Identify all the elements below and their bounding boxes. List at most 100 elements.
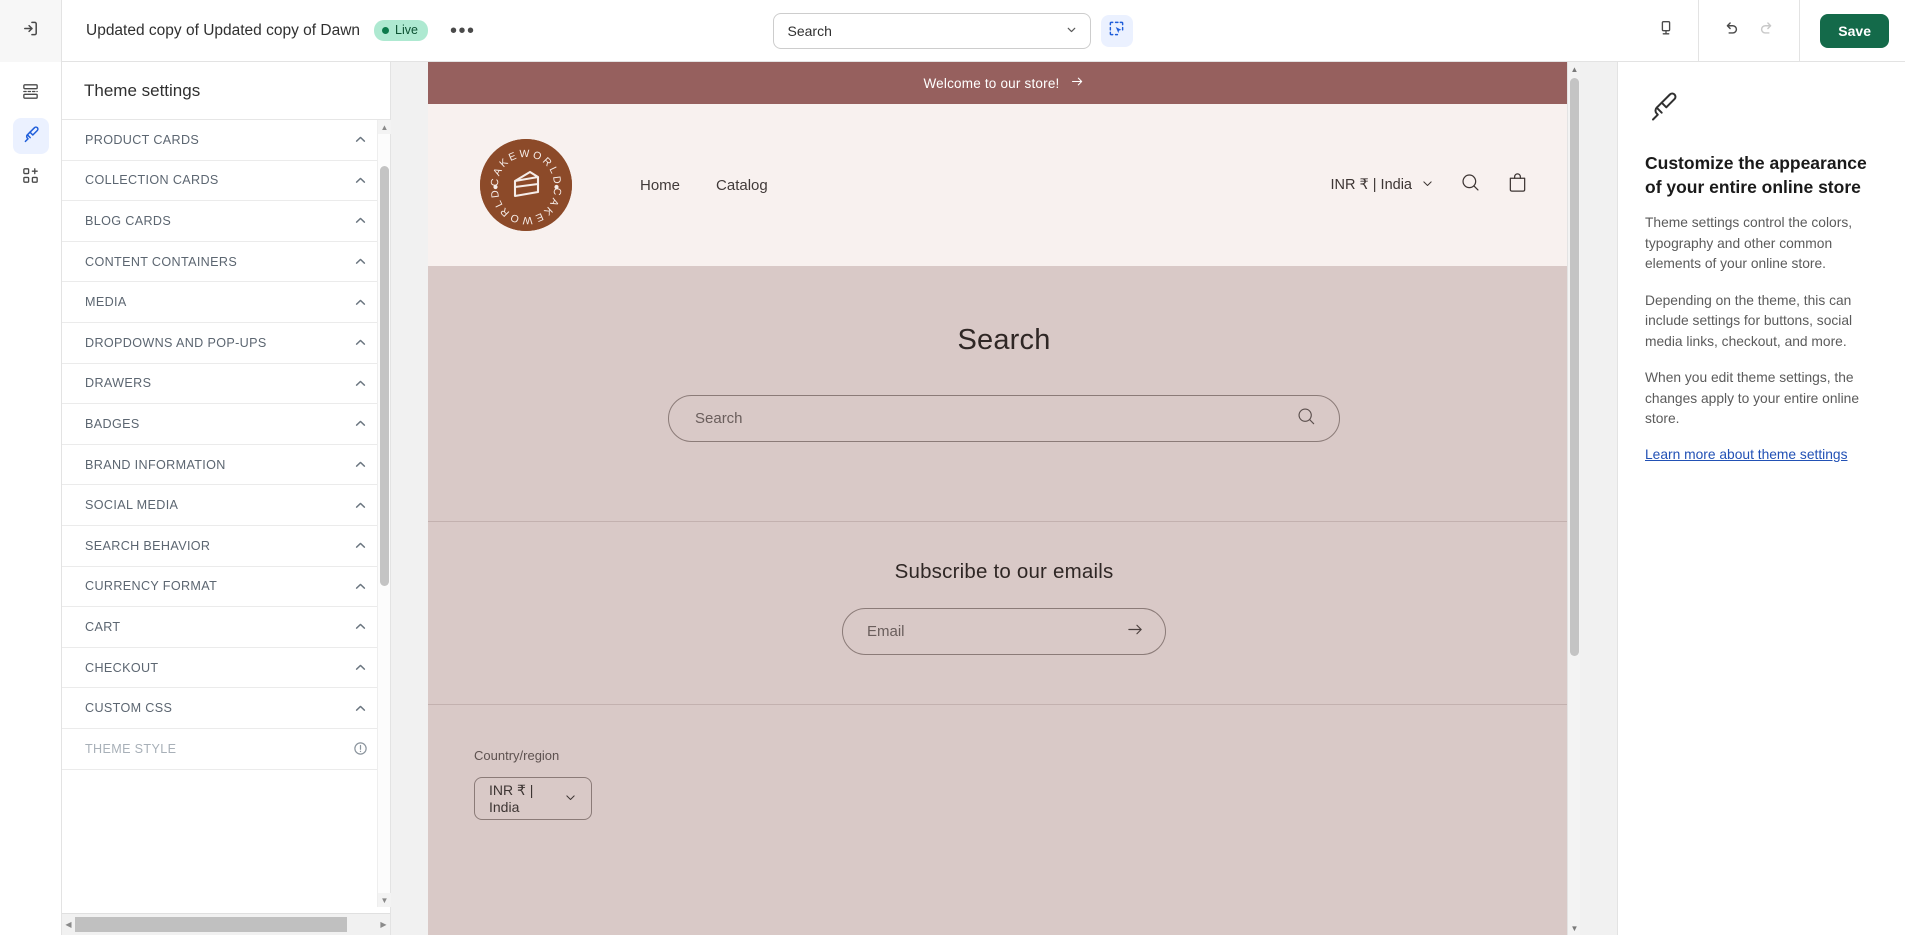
preview-scrollbar-thumb[interactable] xyxy=(1570,78,1579,656)
chevron-up-icon[interactable] xyxy=(353,254,368,269)
sidebar-item-blog-cards[interactable]: BLOG CARDS xyxy=(62,201,390,242)
sidebar-item-checkout[interactable]: CHECKOUT xyxy=(62,648,390,689)
sidebar-item-media[interactable]: MEDIA xyxy=(62,282,390,323)
sidebar-item-dropdowns-and-pop-ups[interactable]: DROPDOWNS AND POP-UPS xyxy=(62,323,390,364)
store-preview-area: Welcome to our store! CAKEWORLD CAKEWORL… xyxy=(391,62,1617,935)
sidebar-item-badges[interactable]: BADGES xyxy=(62,404,390,445)
undo-button[interactable] xyxy=(1713,13,1749,49)
scroll-up-arrow-icon[interactable]: ▲ xyxy=(378,120,391,134)
store-nav: Home Catalog xyxy=(640,177,768,194)
theme-title-group: Updated copy of Updated copy of Dawn Liv… xyxy=(62,20,483,42)
sidebar-item-label: SOCIAL MEDIA xyxy=(85,498,179,513)
sidebar-item-collection-cards[interactable]: COLLECTION CARDS xyxy=(62,161,390,202)
store-header: CAKEWORLD CAKEWORLD Home Catalog INR ₹ |… xyxy=(428,104,1580,266)
currency-selector[interactable]: INR ₹ | India xyxy=(1331,177,1435,194)
store-search-input[interactable]: Search xyxy=(668,395,1340,442)
chevron-up-icon[interactable] xyxy=(353,295,368,310)
scrollbar-thumb[interactable] xyxy=(380,166,389,586)
sidebar-item-brand-information[interactable]: BRAND INFORMATION xyxy=(62,445,390,486)
page-selector-group: Search xyxy=(772,12,1133,49)
arrow-right-icon[interactable] xyxy=(1126,620,1145,643)
editor-icon-rail xyxy=(0,62,62,935)
sidebar-item-label: THEME STYLE xyxy=(85,741,177,756)
chevron-up-icon[interactable] xyxy=(353,173,368,188)
chevron-up-icon[interactable] xyxy=(353,213,368,228)
chevron-up-icon[interactable] xyxy=(353,376,368,391)
sidebar-item-label: CHECKOUT xyxy=(85,660,159,675)
sidebar-title: Theme settings xyxy=(62,62,390,120)
chevron-up-icon[interactable] xyxy=(353,416,368,431)
sidebar-item-search-behavior[interactable]: SEARCH BEHAVIOR xyxy=(62,526,390,567)
info-panel-paragraph: Depending on the theme, this can include… xyxy=(1645,292,1853,349)
sidebar-item-drawers[interactable]: DRAWERS xyxy=(62,364,390,405)
device-preview-button[interactable] xyxy=(1648,13,1684,49)
page-title: Search xyxy=(957,324,1051,356)
theme-settings-sidebar: Theme settings PRODUCT CARDS COLLECTION C… xyxy=(62,62,391,935)
shopping-bag-icon[interactable] xyxy=(1507,171,1528,199)
paintbrush-icon xyxy=(1645,88,1878,129)
chevron-up-icon[interactable] xyxy=(353,619,368,634)
inspector-mode-button[interactable] xyxy=(1100,14,1133,47)
info-panel-title: Customize the appearance of your entire … xyxy=(1645,153,1867,197)
cakeworld-logo[interactable]: CAKEWORLD CAKEWORLD xyxy=(480,139,572,231)
sidebar-item-social-media[interactable]: SOCIAL MEDIA xyxy=(62,485,390,526)
search-icon[interactable] xyxy=(1460,172,1481,198)
currency-label: INR ₹ | India xyxy=(1330,177,1413,193)
chevron-up-icon[interactable] xyxy=(353,335,368,350)
search-icon[interactable] xyxy=(1296,406,1317,431)
sidebar-vertical-scrollbar[interactable]: ▲ ▼ xyxy=(377,120,391,907)
editor-top-bar: Updated copy of Updated copy of Dawn Liv… xyxy=(0,0,1905,62)
store-nav-link-catalog[interactable]: Catalog xyxy=(716,177,768,194)
country-region-select[interactable]: INR ₹ | India xyxy=(474,777,592,820)
hscrollbar-thumb[interactable] xyxy=(75,917,347,932)
learn-more-link[interactable]: Learn more about theme settings xyxy=(1645,447,1847,462)
more-actions-button[interactable]: ••• xyxy=(442,20,484,42)
preview-scroll-down-icon[interactable]: ▼ xyxy=(1568,921,1580,935)
page-select[interactable]: Search xyxy=(772,12,1091,49)
sidebar-item-content-containers[interactable]: CONTENT CONTAINERS xyxy=(62,242,390,283)
email-placeholder-text: Email xyxy=(867,623,905,640)
scroll-right-arrow-icon[interactable]: ▶ xyxy=(377,914,390,935)
redo-button[interactable] xyxy=(1749,13,1785,49)
chevron-up-icon[interactable] xyxy=(353,701,368,716)
sidebar-item-cart[interactable]: CART xyxy=(62,607,390,648)
sidebar-item-product-cards[interactable]: PRODUCT CARDS xyxy=(62,120,390,161)
sidebar-item-label: CUSTOM CSS xyxy=(85,701,173,716)
sidebar-item-label: CONTENT CONTAINERS xyxy=(85,254,238,269)
rail-item-theme-settings[interactable] xyxy=(12,118,49,154)
save-button[interactable]: Save xyxy=(1820,13,1889,48)
store-nav-link-home[interactable]: Home xyxy=(640,177,680,194)
chevron-up-icon[interactable] xyxy=(353,457,368,472)
theme-settings-list: PRODUCT CARDS COLLECTION CARDS BLOG CARDS C… xyxy=(62,120,390,913)
sidebar-item-custom-css[interactable]: CUSTOM CSS xyxy=(62,688,390,729)
chevron-up-icon[interactable] xyxy=(353,660,368,675)
preview-scrollbar[interactable]: ▲ ▼ xyxy=(1567,62,1580,935)
scroll-left-arrow-icon[interactable]: ◀ xyxy=(62,914,75,935)
store-main-content: Search Search Subscribe to our emails Em… xyxy=(428,266,1580,935)
live-dot-icon xyxy=(382,26,390,34)
theme-settings-info-panel: Customize the appearance of your entire … xyxy=(1617,62,1905,935)
sidebar-item-label: BRAND INFORMATION xyxy=(85,457,226,472)
chevron-up-icon[interactable] xyxy=(353,579,368,594)
sidebar-horizontal-scrollbar[interactable]: ◀ ▶ xyxy=(62,913,390,935)
chevron-up-icon[interactable] xyxy=(353,538,368,553)
arrow-right-icon xyxy=(1070,74,1085,92)
sidebar-item-label: MEDIA xyxy=(85,295,127,310)
rail-item-apps[interactable] xyxy=(13,160,49,196)
newsletter-email-input[interactable]: Email xyxy=(842,608,1166,655)
preview-scroll-up-icon[interactable]: ▲ xyxy=(1568,62,1580,76)
sidebar-item-currency-format[interactable]: CURRENCY FORMAT xyxy=(62,567,390,608)
rail-item-sections[interactable] xyxy=(13,76,49,112)
exit-editor-button[interactable] xyxy=(0,0,62,62)
chevron-up-icon[interactable] xyxy=(353,498,368,513)
announcement-text: Welcome to our store! xyxy=(923,75,1060,91)
scroll-down-arrow-icon[interactable]: ▼ xyxy=(378,893,391,907)
toolbar-divider-2 xyxy=(1799,0,1801,62)
sidebar-item-label: BLOG CARDS xyxy=(85,213,172,228)
chevron-up-icon[interactable] xyxy=(353,132,368,147)
search-placeholder-text: Search xyxy=(695,410,743,427)
announcement-bar[interactable]: Welcome to our store! xyxy=(428,62,1580,104)
store-preview-frame: Welcome to our store! CAKEWORLD CAKEWORL… xyxy=(428,62,1580,935)
info-panel-paragraph: Theme settings control the colors, typog… xyxy=(1645,215,1853,271)
chevron-down-icon xyxy=(1421,177,1434,194)
